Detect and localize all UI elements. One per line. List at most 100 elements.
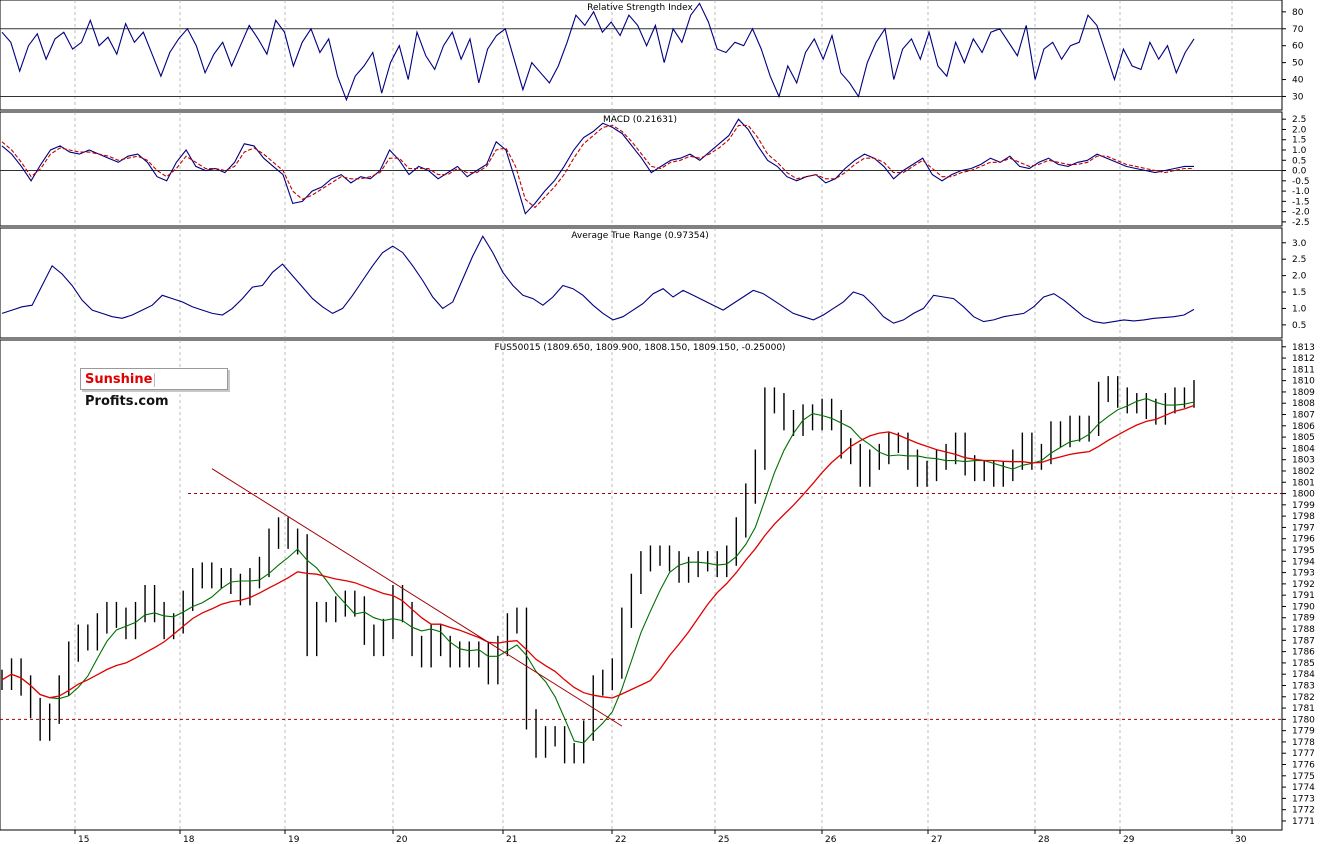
y-tick-label: 1803	[1292, 456, 1315, 466]
y-tick-label: 1780	[1292, 715, 1315, 725]
y-tick-label: -2.5	[1292, 218, 1310, 228]
y-tick-label: 1804	[1292, 444, 1315, 454]
y-tick-label: 1805	[1292, 433, 1315, 443]
moving-average-slow	[1, 404, 1195, 699]
rsi-line	[1, 2, 1195, 102]
panel-2: 2.52.01.51.00.50.0-0.5-1.0-1.5-2.0-2.5 MA…	[0, 111, 1310, 228]
y-tick-label: 30	[1292, 92, 1304, 102]
y-tick-label: 1792	[1292, 580, 1315, 590]
y-tick-label: 1796	[1292, 535, 1315, 545]
y-tick-label: 1799	[1292, 501, 1315, 511]
y-tick-label: -1.5	[1292, 197, 1310, 207]
y-tick-label: 1807	[1292, 411, 1315, 421]
y-tick-label: 1797	[1292, 523, 1315, 533]
y-tick-label: 1.5	[1292, 136, 1306, 146]
panel-1: 80 70 60 50 40 30 Relative Strength Index	[0, 0, 1304, 111]
y-tick-label: 1777	[1292, 749, 1315, 759]
y-tick-label: 0.0	[1292, 167, 1307, 177]
y-tick-label: 1806	[1292, 422, 1315, 432]
panel-title: Average True Range (0.97354)	[571, 231, 708, 241]
y-tick-label: 80	[1292, 8, 1304, 18]
y-tick-label: 1802	[1292, 467, 1315, 477]
y-tick-label: 1789	[1292, 614, 1315, 624]
y-tick-label: 1.0	[1292, 304, 1307, 314]
x-tick-label: 27	[931, 835, 942, 844]
y-tick-label: 1809	[1292, 388, 1315, 398]
y-tick-label: 1784	[1292, 670, 1315, 680]
x-tick-label: 22	[615, 835, 626, 844]
panel-title: Relative Strength Index	[587, 3, 693, 13]
y-tick-label: 1.0	[1292, 146, 1307, 156]
y-tick-label: 1782	[1292, 693, 1315, 703]
x-tick-label: 26	[825, 835, 837, 844]
y-tick-label: 1801	[1292, 478, 1315, 488]
macd-signal-line	[1, 124, 1194, 209]
logo-divider	[154, 372, 156, 387]
chart-root: 807060504030Relative Strength Index2.52.…	[0, 0, 1315, 844]
y-tick-label: 1772	[1292, 806, 1315, 816]
y-tick-label: -1.0	[1292, 187, 1310, 197]
x-tick-label: 28	[1038, 835, 1050, 844]
y-tick-label: 1811	[1292, 365, 1315, 375]
y-tick-label: 1813	[1292, 343, 1315, 353]
logo-text-sunshine: Sunshine	[85, 372, 153, 387]
chart-panels: 807060504030Relative Strength Index2.52.…	[0, 0, 1315, 844]
macd-line	[1, 118, 1194, 215]
y-tick-label: 1812	[1292, 354, 1315, 364]
y-tick-label: 1779	[1292, 727, 1315, 737]
y-tick-label: 1.5	[1292, 288, 1306, 298]
moving-average-fast	[1, 397, 1195, 744]
y-tick-label: 1775	[1292, 772, 1315, 782]
y-tick-label: -0.5	[1292, 177, 1310, 187]
x-tick-label: 18	[183, 835, 195, 844]
y-tick-label: 1810	[1292, 377, 1315, 387]
y-tick-label: 1776	[1292, 761, 1315, 771]
y-tick-label: 1808	[1292, 399, 1315, 409]
y-tick-label: 2.0	[1292, 125, 1307, 135]
y-tick-label: 50	[1292, 59, 1304, 69]
y-tick-label: 2.5	[1292, 115, 1306, 125]
y-tick-label: 1783	[1292, 681, 1315, 691]
panel-frame	[0, 227, 1283, 339]
y-tick-label: 1786	[1292, 648, 1315, 658]
y-tick-label: 1778	[1292, 738, 1315, 748]
logo-text-profits: Profits.com	[85, 394, 169, 409]
y-tick-label: 3.0	[1292, 239, 1307, 249]
y-tick-label: 1795	[1292, 546, 1315, 556]
y-tick-label: 1790	[1292, 602, 1315, 612]
y-tick-label: 1800	[1292, 490, 1315, 500]
y-tick-label: 1798	[1292, 512, 1315, 522]
y-tick-label: 1785	[1292, 659, 1315, 669]
y-tick-label: 1774	[1292, 783, 1315, 793]
y-tick-label: 1773	[1292, 794, 1315, 804]
x-tick-label: 21	[506, 835, 517, 844]
y-tick-label: 1771	[1292, 817, 1315, 827]
y-tick-label: 1781	[1292, 704, 1315, 714]
x-tick-label: 29	[1123, 835, 1135, 844]
y-tick-label: 1791	[1292, 591, 1315, 601]
y-tick-label: 2.0	[1292, 272, 1307, 282]
atr-line	[1, 235, 1195, 324]
x-tick-label: 20	[396, 835, 408, 844]
panel-title: FUS50015 (1809.650, 1809.900, 1808.150, …	[494, 343, 785, 353]
y-tick-label: 1794	[1292, 557, 1315, 567]
y-tick-label: 1787	[1292, 636, 1315, 646]
x-tick-label: 15	[78, 835, 89, 844]
y-tick-label: 40	[1292, 76, 1304, 86]
sunshine-profits-logo: Sunshine Profits.com	[80, 368, 228, 409]
y-tick-label: -2.0	[1292, 208, 1310, 218]
trendline-resistance	[211, 468, 623, 727]
x-tick-label: 19	[288, 835, 300, 844]
y-tick-label: 1788	[1292, 625, 1315, 635]
y-tick-label: 1793	[1292, 569, 1315, 579]
x-tick-label: 30	[1235, 835, 1247, 844]
panel-frame	[0, 111, 1283, 227]
y-tick-label: 2.5	[1292, 255, 1306, 265]
y-tick-label: 60	[1292, 42, 1304, 52]
panel-title: MACD (0.21631)	[603, 115, 677, 125]
x-tick-label: 25	[718, 835, 729, 844]
y-tick-label: 0.5	[1292, 156, 1306, 166]
y-tick-label: 70	[1292, 25, 1304, 35]
panel-4: 181318121811 181018091808 1807180618051804…	[0, 339, 1315, 844]
y-tick-label: 0.5	[1292, 321, 1306, 331]
